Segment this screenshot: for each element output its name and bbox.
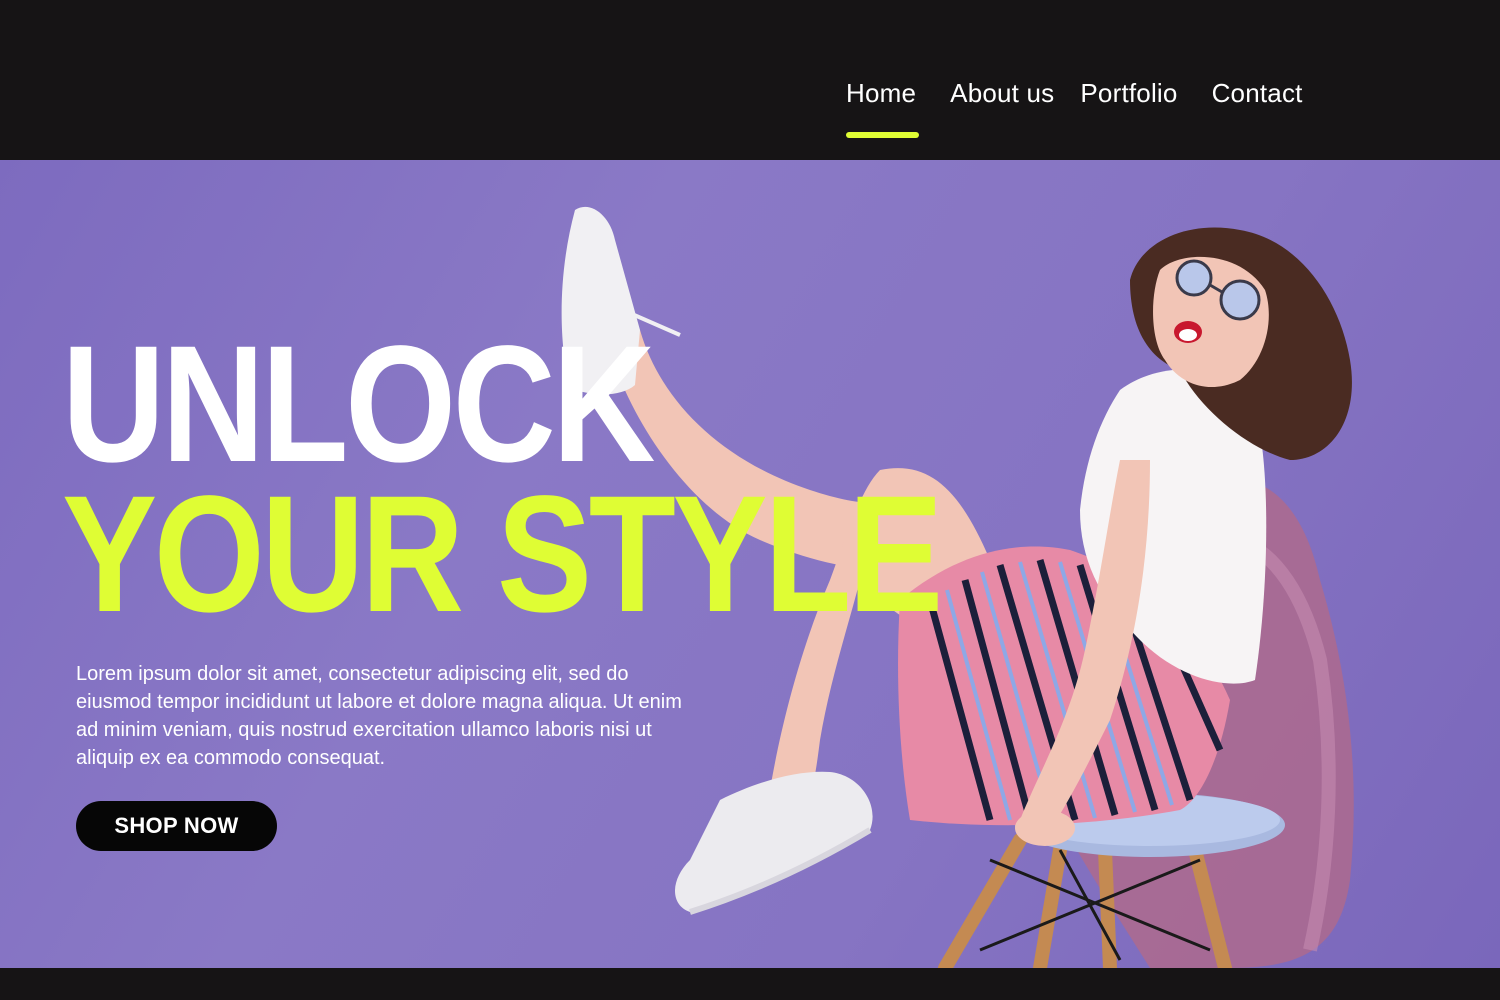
main-nav: Home About us Portfolio Contact — [846, 78, 1303, 138]
top-navigation-bar: Home About us Portfolio Contact — [0, 0, 1500, 160]
nav-item-label: Portfolio — [1080, 78, 1178, 108]
shop-now-button[interactable]: SHOP NOW — [76, 801, 277, 851]
nav-item-contact[interactable]: Contact — [1212, 78, 1303, 109]
hero-headline-line-1: UNLOCK — [62, 312, 655, 497]
nav-item-label: About us — [950, 78, 1055, 108]
nav-item-label: Home — [846, 78, 917, 108]
nav-item-home[interactable]: Home — [846, 78, 919, 138]
hero-body-text: Lorem ipsum dolor sit amet, consectetur … — [76, 663, 682, 769]
hero-section: UNLOCK YOUR STYLE Lorem ipsum dolor sit … — [0, 160, 1500, 968]
hero-headline-line-2: YOUR STYLE — [62, 462, 943, 647]
active-nav-indicator — [846, 132, 919, 138]
bottom-bar — [0, 968, 1500, 1000]
nav-item-portfolio[interactable]: Portfolio — [1080, 78, 1177, 109]
nav-item-label: Contact — [1211, 78, 1303, 108]
nav-item-about-us[interactable]: About us — [950, 78, 1054, 109]
